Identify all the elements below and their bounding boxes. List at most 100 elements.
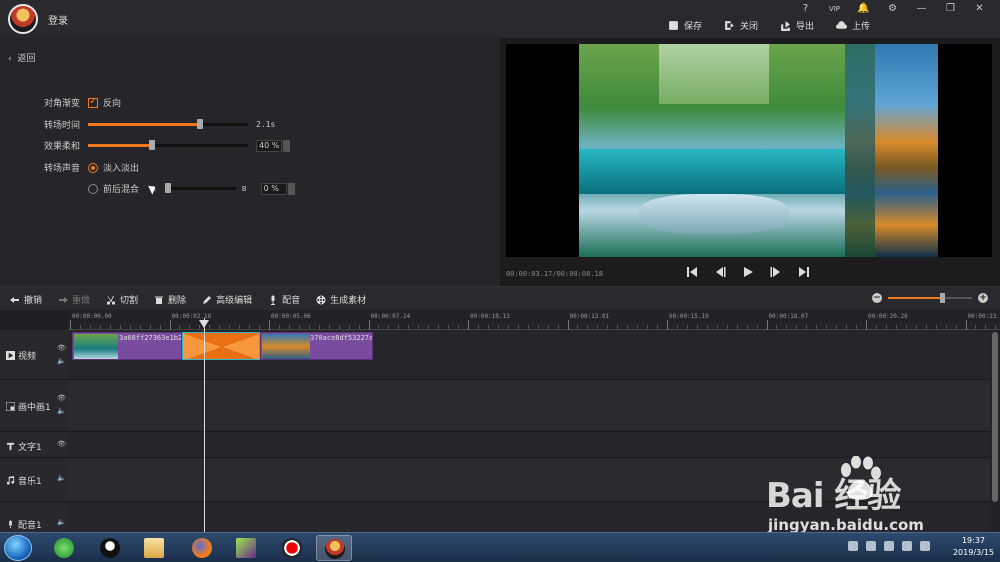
ruler-minor-tick bbox=[348, 325, 350, 329]
transition-clip[interactable] bbox=[182, 332, 260, 360]
play-icon[interactable] bbox=[742, 266, 754, 278]
taskbar-app-firefox[interactable] bbox=[184, 535, 220, 561]
zoom-out-icon[interactable]: − bbox=[872, 293, 882, 303]
redo-icon bbox=[59, 296, 69, 303]
taskbar-app-green[interactable] bbox=[46, 535, 82, 561]
skip-start-icon[interactable] bbox=[686, 266, 698, 278]
ruler-tick-line bbox=[269, 320, 270, 330]
mix-spin-arrows[interactable] bbox=[287, 182, 295, 195]
playhead-handle[interactable] bbox=[199, 320, 209, 328]
ruler-tick-label: 00:00:20.26 bbox=[868, 313, 908, 320]
network-icon[interactable] bbox=[884, 541, 894, 551]
generate-material-button[interactable]: 生成素材 bbox=[316, 293, 366, 306]
mix-radio[interactable] bbox=[88, 183, 98, 194]
softness-knob[interactable] bbox=[149, 140, 155, 150]
mix-slider[interactable] bbox=[164, 183, 236, 193]
step-forward-icon[interactable] bbox=[770, 266, 782, 278]
ruler-tick-label: 00:00:10.13 bbox=[470, 313, 510, 320]
reverse-checkbox[interactable] bbox=[88, 96, 98, 108]
close-icon[interactable]: ✕ bbox=[965, 2, 994, 16]
softness-value[interactable]: 40 % bbox=[256, 139, 282, 152]
ruler-minor-tick bbox=[557, 325, 559, 329]
volume-icon[interactable] bbox=[902, 541, 912, 551]
pip-track-row[interactable] bbox=[68, 380, 990, 432]
zoom-slider[interactable] bbox=[888, 293, 972, 303]
softness-slider[interactable] bbox=[88, 140, 248, 150]
delete-button[interactable]: 删除 bbox=[154, 293, 186, 306]
zoom-in-icon[interactable]: + bbox=[978, 293, 988, 303]
ruler-tick-line bbox=[169, 320, 171, 330]
ruler-minor-tick bbox=[109, 325, 111, 329]
mix-knob[interactable] bbox=[164, 183, 171, 193]
zoom-knob[interactable] bbox=[939, 293, 945, 303]
ruler-minor-tick bbox=[756, 325, 758, 329]
login-link[interactable]: 登录 bbox=[48, 12, 68, 27]
ruler-tick-line bbox=[368, 320, 370, 330]
softness-spinbox[interactable]: 40 % bbox=[256, 139, 290, 152]
video-track-row[interactable]: 3a68ff27363e1b2 370ace8df53227a bbox=[68, 330, 990, 380]
export-button[interactable]: 导出 bbox=[780, 19, 814, 32]
track-header-music[interactable]: 音乐1 🔈 bbox=[0, 458, 68, 502]
transition-time-slider[interactable] bbox=[88, 119, 248, 129]
skip-end-icon[interactable] bbox=[798, 266, 810, 278]
speaker-icon[interactable]: 🔈 bbox=[57, 474, 66, 482]
taskbar-app-player[interactable] bbox=[228, 535, 264, 561]
export-icon bbox=[781, 21, 790, 31]
video-clip-1[interactable]: 3a68ff27363e1b2 bbox=[72, 332, 182, 360]
taskbar-app-recorder[interactable] bbox=[274, 535, 310, 561]
scrollbar-thumb[interactable] bbox=[992, 332, 998, 502]
fade-radio[interactable] bbox=[88, 162, 98, 173]
mix-spinbox[interactable]: 0 % bbox=[260, 182, 295, 195]
video-clip-2[interactable]: 370ace8df53227a bbox=[260, 332, 373, 360]
speaker-icon[interactable]: 🔈 bbox=[57, 357, 66, 365]
mic-icon bbox=[271, 295, 276, 305]
softness-spin-arrows[interactable] bbox=[283, 139, 290, 152]
tray-arrow-icon[interactable] bbox=[866, 541, 876, 551]
bell-icon[interactable]: 🔔 bbox=[849, 2, 878, 16]
speaker-icon[interactable]: 🔈 bbox=[57, 518, 66, 526]
maximize-icon[interactable]: ❐ bbox=[936, 2, 965, 16]
keyboard-icon[interactable] bbox=[848, 541, 858, 551]
mix-label: 前后混合 bbox=[103, 185, 140, 195]
signal-icon[interactable] bbox=[920, 541, 930, 551]
taskbar-app-explorer[interactable] bbox=[136, 535, 172, 561]
track-header-text[interactable]: 文字1 👁 bbox=[0, 432, 68, 458]
gear-icon[interactable]: ⚙ bbox=[878, 2, 907, 16]
help-icon[interactable]: ? bbox=[791, 2, 820, 16]
track-header-video[interactable]: 视频 👁 🔈 bbox=[0, 330, 68, 380]
track-header-dub[interactable]: 配音1 🔈 bbox=[0, 502, 68, 532]
ruler-minor-tick bbox=[995, 325, 997, 329]
minimize-icon[interactable]: — bbox=[907, 2, 936, 16]
advanced-edit-button[interactable]: 高级编辑 bbox=[202, 293, 252, 306]
save-button[interactable]: 保存 bbox=[668, 19, 702, 32]
speaker-icon[interactable]: 🔈 bbox=[57, 407, 66, 415]
cut-button[interactable]: 切割 bbox=[106, 293, 138, 306]
transition-time-knob[interactable] bbox=[197, 119, 203, 129]
preview-screen[interactable] bbox=[506, 44, 992, 257]
system-clock[interactable]: 19:37 2019/3/15 bbox=[953, 535, 994, 559]
ruler-minor-tick bbox=[298, 325, 300, 329]
ruler-minor-tick bbox=[418, 325, 420, 329]
ruler-minor-tick bbox=[288, 325, 290, 329]
taskbar-app-editor[interactable] bbox=[316, 535, 352, 561]
eye-icon[interactable]: 👁 bbox=[57, 394, 66, 402]
eye-icon[interactable]: 👁 bbox=[57, 344, 66, 352]
taskbar-app-qq[interactable] bbox=[92, 535, 128, 561]
step-back-icon[interactable] bbox=[714, 266, 726, 278]
undo-button[interactable]: 撤销 bbox=[10, 293, 42, 306]
track-header-pip[interactable]: 画中画1 👁 🔈 bbox=[0, 380, 68, 432]
close-button[interactable]: 关闭 bbox=[724, 19, 758, 32]
timeline-vertical-scrollbar[interactable] bbox=[990, 330, 1000, 532]
upload-button[interactable]: 上传 bbox=[835, 19, 870, 32]
text-track-row[interactable] bbox=[68, 432, 990, 458]
back-button[interactable]: ‹ 返回 bbox=[8, 51, 35, 64]
vip-icon[interactable]: VIP bbox=[820, 2, 849, 16]
dub-button[interactable]: 配音 bbox=[268, 293, 300, 306]
ruler-minor-tick bbox=[318, 325, 320, 329]
start-button-icon[interactable] bbox=[4, 535, 32, 561]
mix-value[interactable]: 0 % bbox=[260, 182, 287, 195]
redo-button[interactable]: 重做 bbox=[58, 293, 90, 306]
ruler-minor-tick bbox=[308, 325, 310, 329]
playhead-line[interactable] bbox=[204, 318, 205, 532]
eye-icon[interactable]: 👁 bbox=[57, 440, 66, 448]
